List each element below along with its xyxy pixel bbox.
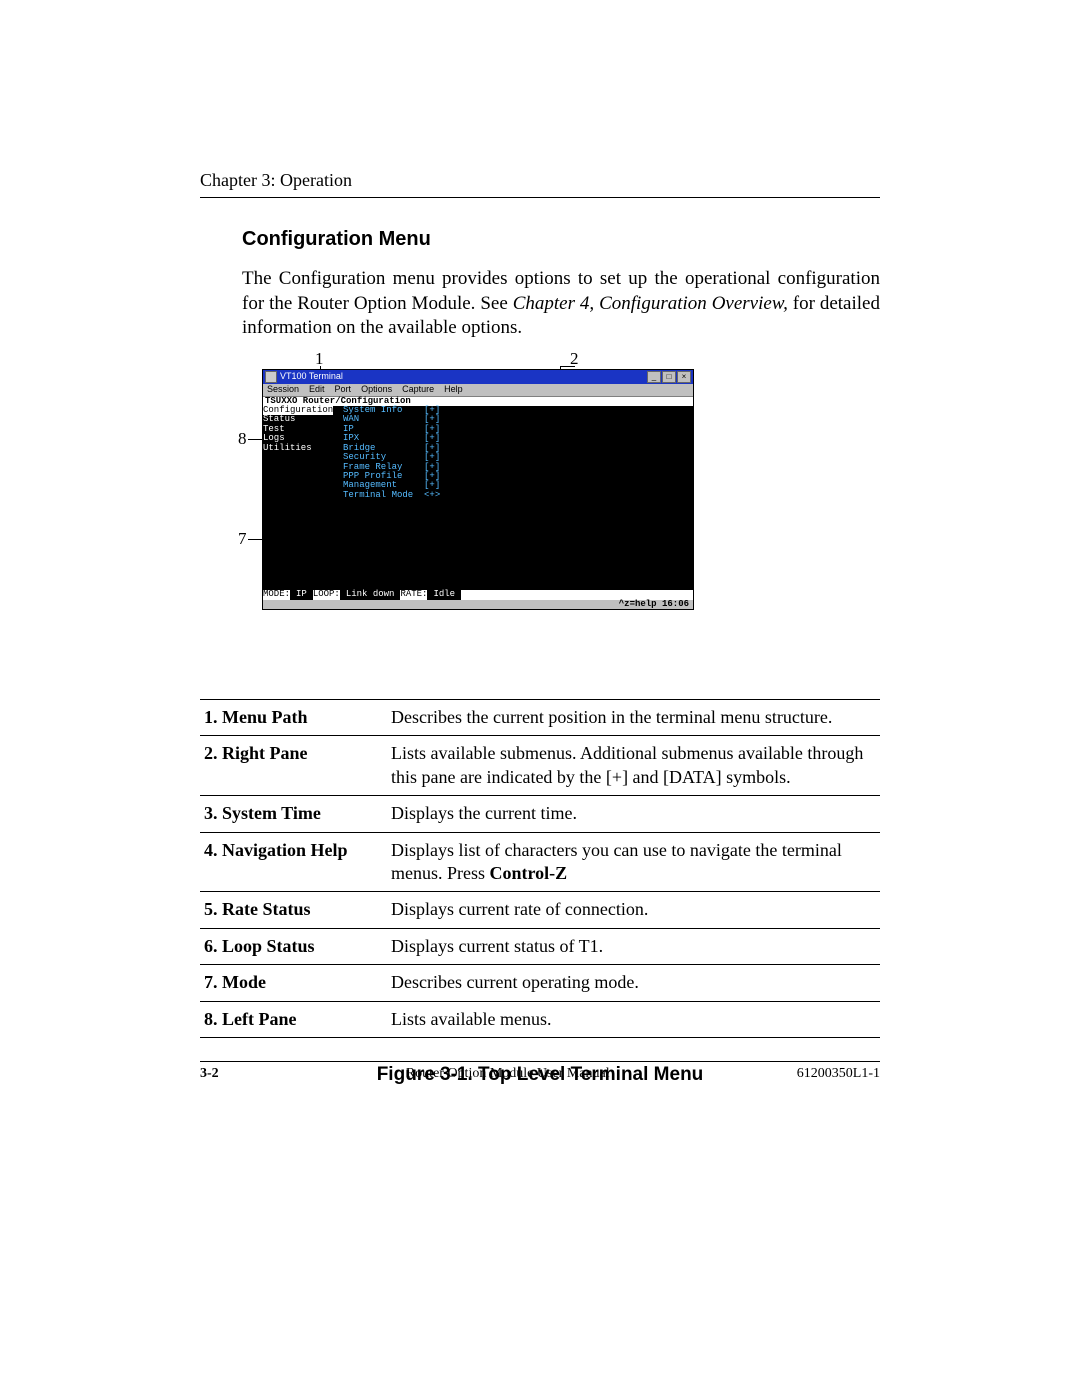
menubar: Session Edit Port Options Capture Help [263, 384, 693, 396]
legend-val: Displays list of characters you can use … [387, 832, 880, 892]
left-item-utilities[interactable]: Utilities [263, 443, 312, 453]
footer-right: 61200350L1-1 [797, 1066, 880, 1082]
table-row: 3. System TimeDisplays the current time. [200, 796, 880, 832]
table-row: 4. Navigation HelpDisplays list of chara… [200, 832, 880, 892]
legend-val: Displays current status of T1. [387, 928, 880, 964]
legend-val: Lists available menus. [387, 1001, 880, 1037]
rate-label: RATE: [400, 590, 427, 599]
legend-val: Lists available submenus. Additional sub… [387, 736, 880, 796]
legend-key: 6. Loop Status [200, 928, 387, 964]
menu-session[interactable]: Session [267, 385, 299, 394]
legend-val: Displays current rate of connection. [387, 892, 880, 928]
minimize-btn[interactable]: _ [647, 371, 661, 383]
loop-value: Link down [340, 590, 401, 599]
window-buttons: _ □ × [647, 371, 691, 383]
legend-key: 8. Left Pane [200, 1001, 387, 1037]
legend-key: 7. Mode [200, 965, 387, 1001]
legend-val: Displays the current time. [387, 796, 880, 832]
table-row: 5. Rate StatusDisplays current rate of c… [200, 892, 880, 928]
left-pane: Configuration Status Test Logs Utilities [263, 406, 343, 500]
legend-key: 5. Rate Status [200, 892, 387, 928]
menu-port[interactable]: Port [335, 385, 352, 394]
legend-key: 2. Right Pane [200, 736, 387, 796]
menu-help[interactable]: Help [444, 385, 463, 394]
menu-options[interactable]: Options [361, 385, 392, 394]
page-number: 3-2 [200, 1066, 219, 1082]
legend-table: 1. Menu PathDescribes the current positi… [200, 699, 880, 1038]
table-row: 7. ModeDescribes current operating mode. [200, 965, 880, 1001]
footer-center: Router Option Module User Manual [406, 1066, 610, 1082]
callout-7: 7 [238, 529, 247, 549]
section-title: Configuration Menu [242, 228, 880, 251]
loop-label: LOOP: [313, 590, 340, 599]
table-row: 6. Loop StatusDisplays current status of… [200, 928, 880, 964]
right-pane: System Info [+] WAN [+] IP [+] IPX [+] B… [343, 406, 440, 500]
page: Chapter 3: Operation Configuration Menu … [0, 0, 1080, 1397]
table-row: 8. Left PaneLists available menus. [200, 1001, 880, 1037]
terminal-window: VT100 Terminal _ □ × Session Edit Port O… [262, 369, 694, 610]
help-strip: ^z=help 16:06 [263, 600, 693, 609]
leader-8 [248, 439, 262, 440]
mode-value: IP [290, 590, 313, 599]
app-icon [265, 371, 277, 383]
callout-8: 8 [238, 429, 247, 449]
legend-key: 4. Navigation Help [200, 832, 387, 892]
intro-paragraph: The Configuration menu provides options … [242, 267, 880, 341]
terminal-fill [263, 500, 693, 590]
maximize-btn[interactable]: □ [662, 371, 676, 383]
rate-value: Idle [427, 590, 461, 599]
legend-key: 1. Menu Path [200, 700, 387, 736]
legend-val: Describes the current position in the te… [387, 700, 880, 736]
para-italic: Chapter 4, Configuration Overview, [513, 293, 788, 314]
table-row: 1. Menu PathDescribes the current positi… [200, 700, 880, 736]
right-item[interactable]: Terminal Mode <+> [343, 490, 440, 500]
window-title: VT100 Terminal [280, 372, 343, 381]
menu-edit[interactable]: Edit [309, 385, 325, 394]
chapter-header: Chapter 3: Operation [200, 170, 880, 198]
mode-label: MODE: [263, 590, 290, 599]
figure-wrap: 1 2 8 7 6 5 4 3 VT100 Terminal [220, 349, 880, 639]
leader-2b [560, 366, 575, 367]
titlebar: VT100 Terminal _ □ × [263, 370, 693, 384]
leader-7 [248, 539, 262, 540]
page-footer: 3-2 Router Option Module User Manual 612… [200, 1061, 880, 1082]
legend-key: 3. System Time [200, 796, 387, 832]
menu-capture[interactable]: Capture [402, 385, 434, 394]
close-btn[interactable]: × [677, 371, 691, 383]
terminal-body: TSUXXO Router/Configuration Configuratio… [263, 397, 693, 600]
table-row: 2. Right PaneLists available submenus. A… [200, 736, 880, 796]
legend-val: Describes current operating mode. [387, 965, 880, 1001]
